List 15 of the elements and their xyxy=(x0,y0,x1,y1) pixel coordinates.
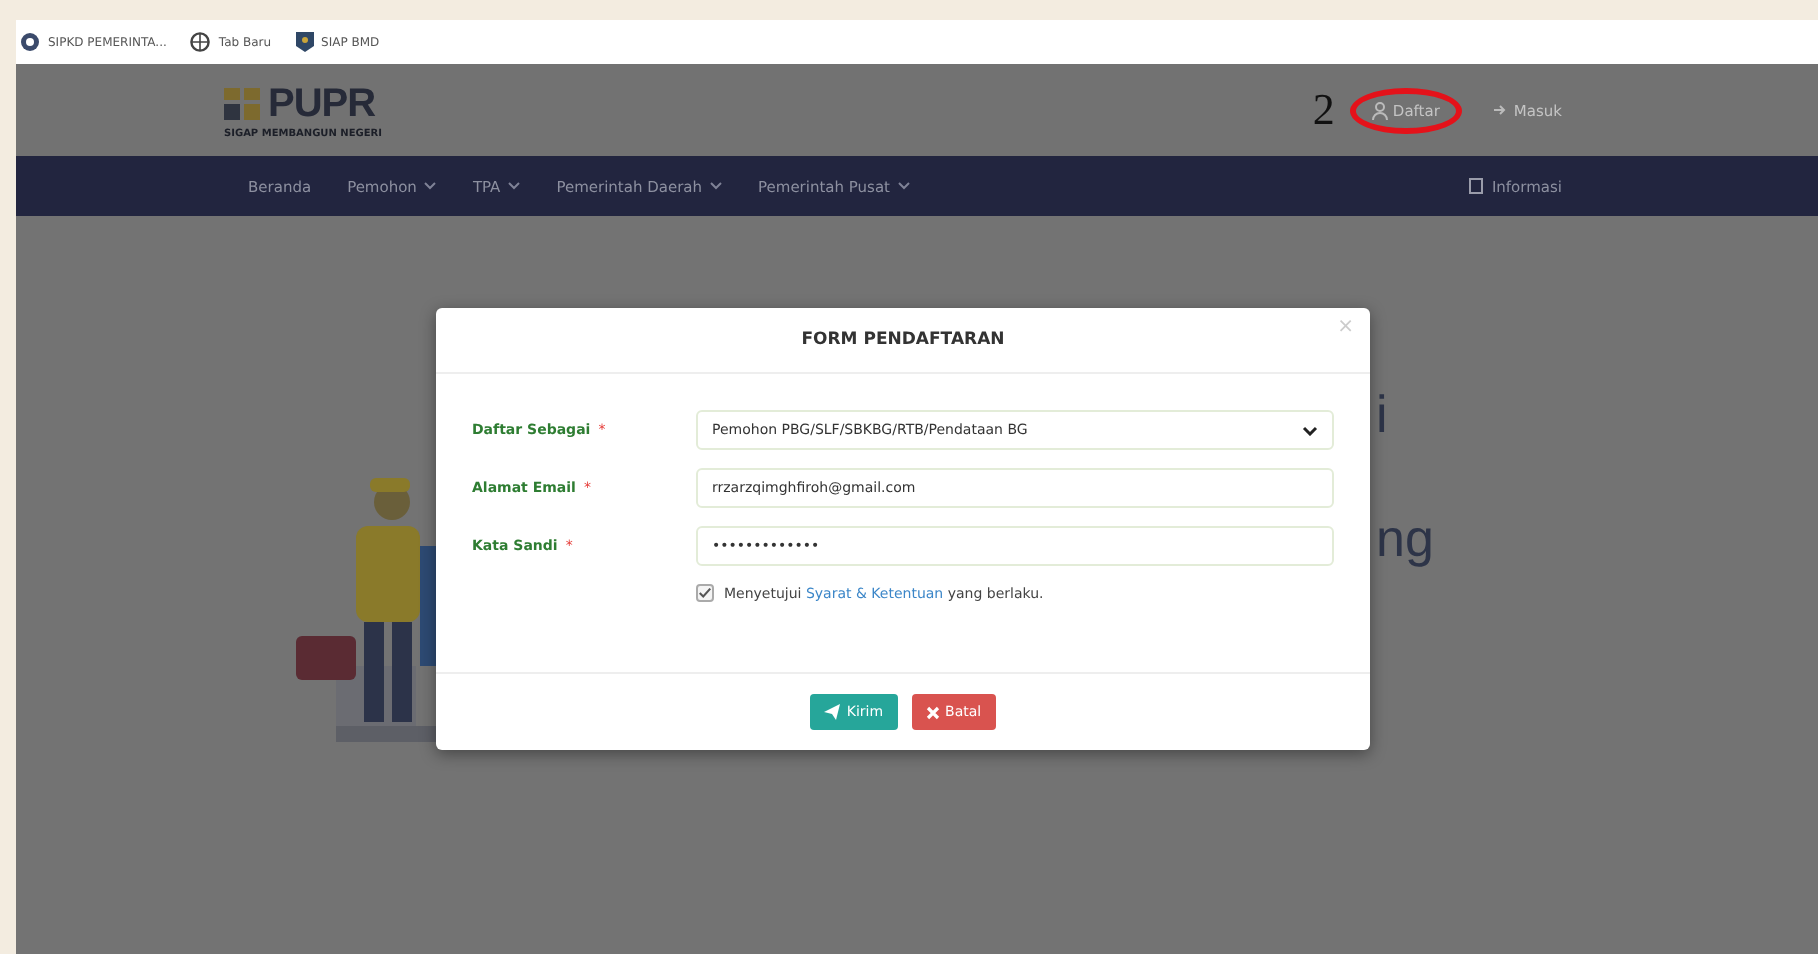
send-icon xyxy=(824,704,841,720)
arrow-icon xyxy=(1493,102,1510,118)
user-icon xyxy=(1372,101,1389,119)
logo-text: PUPR xyxy=(268,81,376,127)
hero-heading-fragment: ng xyxy=(1376,508,1434,570)
agree-checkbox[interactable] xyxy=(696,584,714,602)
dialog-title: FORM PENDAFTARAN xyxy=(801,330,1005,350)
logo-icon xyxy=(224,84,264,124)
annotation-number: 2 xyxy=(1312,84,1335,136)
document-icon xyxy=(1467,178,1484,194)
hero-heading-fragment: i xyxy=(1376,384,1388,446)
globe-icon xyxy=(190,32,211,52)
close-icon xyxy=(925,705,940,719)
shield-icon xyxy=(295,32,314,52)
chevron-down-icon xyxy=(1302,425,1318,435)
